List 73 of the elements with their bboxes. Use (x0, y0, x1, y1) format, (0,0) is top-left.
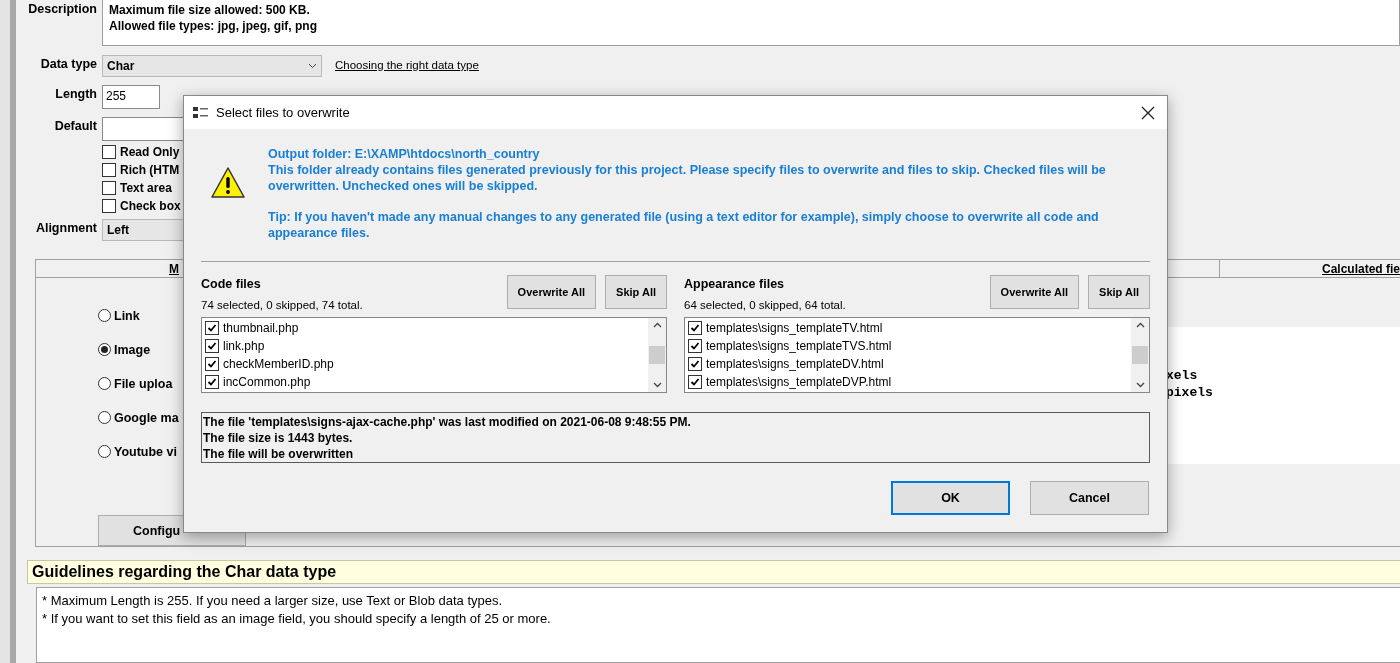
scroll-down-icon[interactable] (652, 382, 662, 388)
field-label: Default (53, 118, 97, 133)
scrollbar[interactable] (648, 318, 666, 392)
tip-text: Tip: If you haven't made any manual changes to any generated file (using a text editor for example), simply choose to overwrite all code and appearance files. (268, 209, 1100, 241)
dialog-button[interactable]: OK (891, 481, 1010, 515)
checkbox-label: Check box (120, 199, 181, 213)
scroll-up-icon[interactable] (652, 322, 662, 328)
scroll-thumb[interactable] (1132, 346, 1148, 364)
scroll-thumb[interactable] (649, 346, 665, 364)
checkbox[interactable] (688, 357, 702, 371)
bulk-action-button[interactable]: Skip All (605, 275, 667, 309)
checkbox[interactable] (102, 199, 116, 213)
radio-label: Youtube vi (114, 444, 177, 459)
bulk-action-button[interactable]: Skip All (1088, 275, 1150, 309)
file-name: incCommon.php (223, 375, 311, 389)
chevron-icon (308, 63, 317, 69)
file-name: checkMemberID.php (223, 357, 334, 371)
checkbox-label: Rich (HTM (120, 163, 180, 177)
file-name: templates\signs_templateDVP.html (706, 375, 892, 389)
radio-label: File uploa (114, 376, 173, 391)
bulk-action-button[interactable]: Overwrite All (506, 275, 597, 309)
checklist-icon (192, 104, 210, 121)
section-title: Code files (201, 277, 262, 291)
dialog-title: Select files to overwrite (216, 105, 351, 120)
field-label: Description (27, 1, 97, 16)
scroll-up-icon[interactable] (1135, 322, 1145, 328)
scroll-down-icon[interactable] (1135, 382, 1145, 388)
close-icon[interactable] (1141, 105, 1155, 120)
checkbox[interactable] (205, 357, 219, 371)
radio-button[interactable] (98, 445, 111, 458)
selection-summary: 74 selected, 0 skipped, 74 total. (201, 299, 364, 311)
warning-icon (210, 166, 246, 200)
radio-button[interactable] (98, 309, 111, 322)
checkbox[interactable] (102, 163, 116, 177)
checkbox[interactable] (102, 181, 116, 195)
field-label: Length (54, 86, 97, 101)
file-name: templates\signs_templateTVS.html (706, 339, 892, 353)
checkbox-label: Text area (120, 181, 172, 195)
help-link[interactable]: Choosing the right data type (327, 55, 479, 71)
message-text: This folder already contains files generated previously for this project. Please specify files to overwrite and files to skip. Checked files will be overwritten. Unchecked ones will be skipped. (268, 162, 1107, 194)
checkbox[interactable] (205, 321, 219, 335)
data-type-dropdown[interactable]: Char (102, 55, 322, 77)
radio-label: Google ma (114, 410, 179, 425)
checkbox[interactable] (205, 339, 219, 353)
checkbox[interactable] (688, 375, 702, 389)
section-title: Appearance files (684, 277, 786, 291)
file-name: templates\signs_templateDV.html (706, 357, 884, 371)
dialog-button[interactable]: Cancel (1030, 481, 1149, 515)
radio-label: Link (114, 308, 140, 323)
radio-label: Image (114, 342, 151, 357)
checkbox-label: Read Only (120, 145, 180, 159)
scrollbar[interactable] (0, 0, 16, 663)
guidelines-heading: Guidelines regarding the Char data type (27, 560, 1400, 584)
checkbox[interactable] (688, 321, 702, 335)
field-label: Data type (39, 56, 97, 71)
radio-button[interactable] (98, 377, 111, 390)
output-folder-text: Output folder: E:\XAMP\htdocs\north_country (268, 146, 541, 162)
selection-summary: 64 selected, 0 skipped, 64 total. (684, 299, 847, 311)
checkbox[interactable] (205, 375, 219, 389)
field-label: Alignment (34, 220, 97, 235)
description-field[interactable]: Maximum file size allowed: 500 KB. Allowed file types: jpg, jpeg, gif, png (102, 0, 1400, 46)
checkbox[interactable] (688, 339, 702, 353)
bulk-action-button[interactable]: Overwrite All (989, 275, 1080, 309)
checkbox[interactable] (102, 145, 116, 159)
file-info-box: The file 'templates\signs-ajax-cache.php' was last modified on 2021-06-08 9:48:55 PM. The file size is 1443 bytes. The file will be overwritten (201, 412, 1150, 463)
radio-button[interactable] (98, 411, 111, 424)
radio-button[interactable] (98, 343, 111, 356)
tab[interactable]: Calculated fie (1219, 260, 1400, 277)
length-field[interactable]: 255 (102, 85, 160, 109)
guidelines-text: * Maximum Length is 255. If you need a larger size, use Text or Blob data types. * If you want to set this field as an image field, you should specify a length of 25 or more. (36, 587, 1400, 663)
file-name: link.php (223, 339, 265, 353)
file-name: thumbnail.php (223, 321, 299, 335)
scrollbar[interactable] (1131, 318, 1149, 392)
